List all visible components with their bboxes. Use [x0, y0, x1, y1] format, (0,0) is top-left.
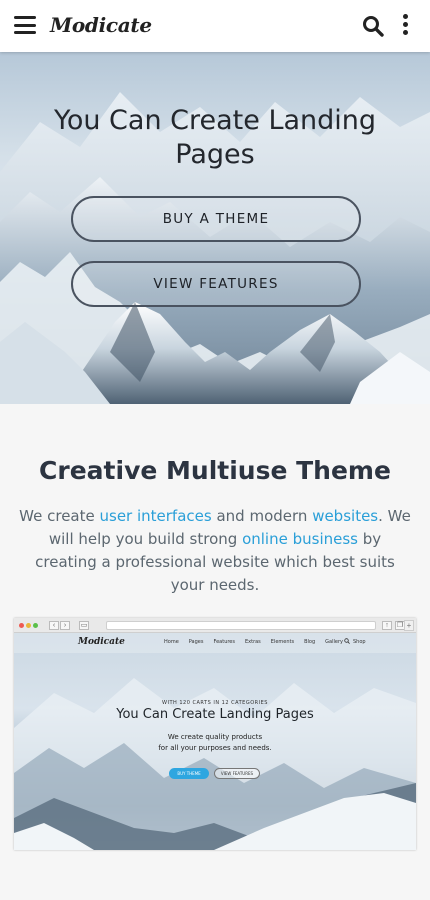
- mockup-menu-item: Shop: [352, 639, 366, 645]
- content-section: Creative Multiuse Theme We create user i…: [0, 404, 430, 900]
- mockup-search-icon: [344, 638, 350, 644]
- mockup-menu-item: Pages: [188, 639, 204, 645]
- maximize-dot-icon: [33, 623, 38, 628]
- view-features-button[interactable]: VIEW FEATURES: [71, 261, 361, 307]
- mockup-features-button: VIEW FEATURES: [214, 768, 260, 779]
- hamburger-menu-icon[interactable]: [14, 16, 36, 34]
- mockup-title: You Can Create Landing Pages: [116, 707, 314, 722]
- mockup-menu-item: Extras: [244, 639, 261, 645]
- online-business-link[interactable]: online business: [242, 530, 358, 548]
- hero-section: You Can Create Landing Pages BUY A THEME…: [0, 52, 430, 404]
- sidebar-icon: ▭: [79, 621, 89, 630]
- user-interfaces-link[interactable]: user interfaces: [100, 507, 212, 525]
- new-tab-icon: +: [404, 620, 414, 631]
- mockup-kicker: WITH 120 CARTS IN 12 CATEGORIES: [162, 700, 268, 706]
- mockup-logo: Modicate: [78, 637, 125, 647]
- description-text: We create: [19, 507, 100, 525]
- browser-chrome: ‹ › ▭ ↑ ❐ +: [14, 618, 416, 633]
- description-text: and modern: [211, 507, 313, 525]
- mockup-menu-item: Home: [164, 639, 179, 645]
- browser-mockup-image: ‹ › ▭ ↑ ❐ + Modicate Home Pages Features: [14, 618, 416, 850]
- forward-arrow-icon: ›: [60, 621, 70, 630]
- mockup-subtitle-line: for all your purposes and needs.: [158, 744, 272, 752]
- more-vertical-icon[interactable]: [400, 14, 410, 38]
- mockup-subtitle-line: We create quality products: [167, 733, 263, 741]
- websites-link[interactable]: websites: [312, 507, 378, 525]
- mockup-menu-item: Blog: [304, 639, 316, 645]
- mockup-menu: Home Pages Features Extras Elements Blog…: [164, 639, 366, 645]
- mockup-header: Modicate Home Pages Features Extras Elem…: [14, 633, 416, 653]
- address-bar: [106, 621, 376, 630]
- hero-title: You Can Create Landing Pages: [53, 105, 377, 170]
- mockup-subtitle: We create quality products for all your …: [14, 732, 416, 754]
- logo[interactable]: Modicate: [50, 13, 152, 37]
- mockup-menu-item: Features: [213, 639, 235, 645]
- back-arrow-icon: ‹: [49, 621, 59, 630]
- share-icon: ↑: [382, 621, 392, 630]
- section-title: Creative Multiuse Theme: [39, 456, 391, 485]
- search-icon[interactable]: [362, 15, 384, 37]
- mockup-menu-item: Elements: [270, 639, 295, 645]
- mockup-page: Modicate Home Pages Features Extras Elem…: [14, 633, 416, 850]
- close-dot-icon: [19, 623, 24, 628]
- mockup-buy-button: BUY THEME: [169, 768, 209, 779]
- mockup-menu-item: Gallery: [325, 639, 343, 645]
- top-app-bar: Modicate: [0, 0, 430, 52]
- section-description: We create user interfaces and modern web…: [18, 505, 412, 597]
- minimize-dot-icon: [26, 623, 31, 628]
- buy-theme-button[interactable]: BUY A THEME: [71, 196, 361, 242]
